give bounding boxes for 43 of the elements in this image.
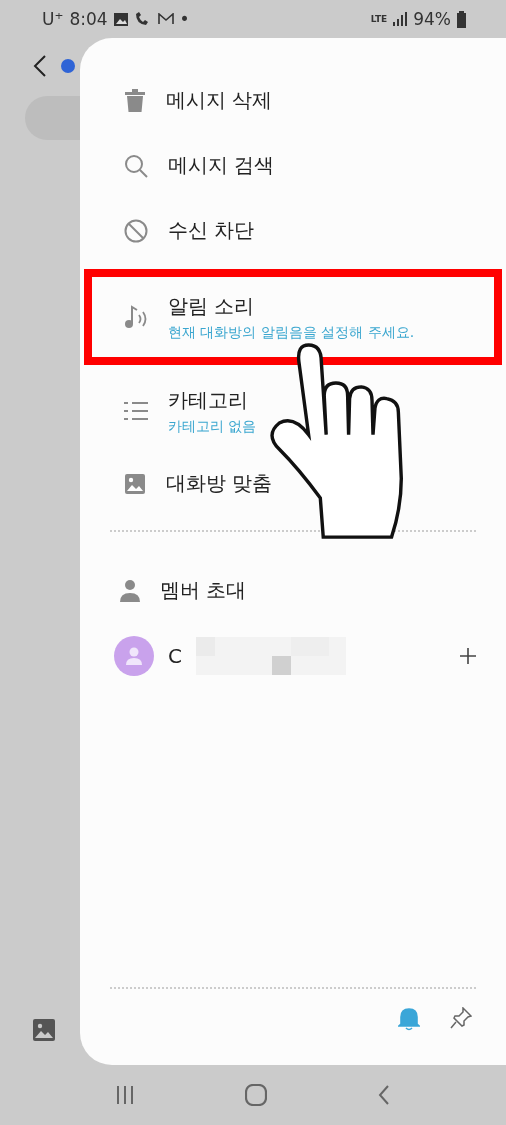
menu-label: 수신 차단	[168, 217, 255, 244]
menu-subtitle: 카테고리 없음	[168, 417, 257, 436]
menu-label: 메시지 검색	[168, 152, 275, 179]
battery-text: 94%	[413, 9, 451, 29]
carrier-text: U⁺	[42, 9, 64, 29]
member-name: C	[168, 643, 182, 668]
clock: 8:04	[69, 9, 108, 29]
network-text: LTE	[370, 14, 388, 24]
image-icon	[124, 472, 146, 495]
status-dot	[61, 59, 75, 73]
sound-note-icon	[124, 305, 148, 329]
person-icon	[120, 579, 140, 602]
notification-dot: •	[179, 9, 190, 29]
pin-icon[interactable]	[450, 1007, 472, 1031]
menu-label: 카테고리	[168, 386, 249, 414]
menu-item[interactable]: 수신 차단	[92, 198, 494, 263]
menu-item[interactable]: 대화방 맞춤	[92, 451, 494, 516]
recent-apps-icon[interactable]	[115, 1086, 134, 1104]
menu-label: 멤버 초대	[160, 577, 247, 604]
battery-icon	[457, 10, 466, 28]
add-icon[interactable]	[460, 647, 476, 664]
home-icon[interactable]	[245, 1084, 267, 1106]
menu-subtitle: 현재 대화방의 알림음을 설정해 주세요.	[168, 323, 415, 342]
list-icon	[124, 400, 148, 422]
signal-icon	[393, 12, 408, 26]
menu-label: 대화방 맞춤	[166, 470, 273, 497]
image-icon[interactable]	[33, 1019, 55, 1041]
menu-item[interactable]: 메시지 검색	[92, 133, 494, 198]
invite-item[interactable]: 멤버 초대	[80, 558, 506, 623]
menu-label: 메시지 삭제	[166, 87, 273, 114]
image-icon	[113, 12, 128, 26]
menu-label: 알림 소리	[168, 292, 256, 320]
search-icon	[124, 153, 148, 178]
menu-item[interactable]: 카테고리 카테고리 없음	[92, 371, 494, 451]
bell-icon[interactable]	[398, 1007, 420, 1031]
menu-item[interactable]: 메시지 삭제	[92, 68, 494, 133]
menu-item[interactable]: 알림 소리 현재 대화방의 알림음을 설정해 주세요.	[92, 277, 494, 357]
person-icon	[126, 646, 142, 665]
back-icon[interactable]	[33, 54, 47, 78]
mail-icon	[157, 13, 174, 25]
block-icon	[124, 218, 148, 243]
trash-icon	[124, 88, 146, 113]
member-row[interactable]: C	[80, 623, 506, 688]
